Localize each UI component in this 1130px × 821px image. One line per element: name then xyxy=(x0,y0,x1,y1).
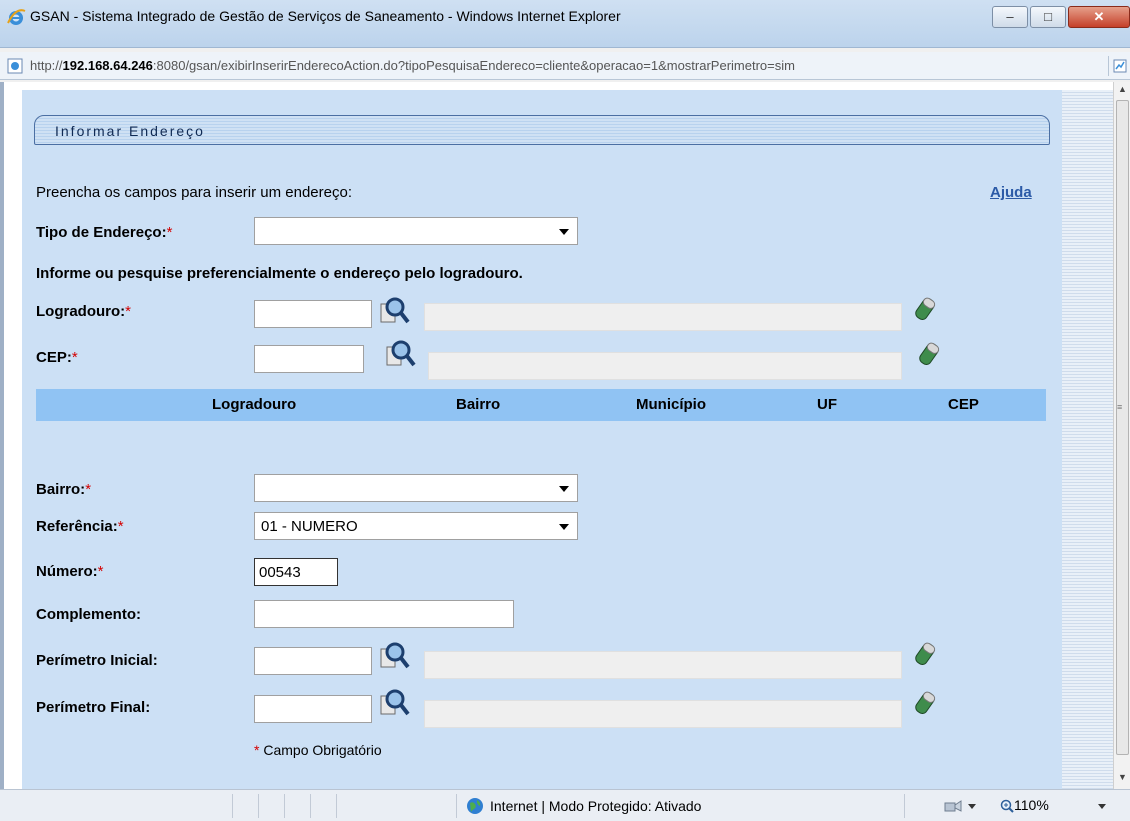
search-icon[interactable] xyxy=(384,339,416,369)
url-prefix: http:// xyxy=(30,58,63,73)
column-municipio: Município xyxy=(636,396,706,413)
scroll-grip-icon: ≡ xyxy=(1117,402,1123,412)
search-icon[interactable] xyxy=(378,688,410,718)
form-header: Informar Endereço xyxy=(34,115,1050,145)
status-divider xyxy=(336,794,337,818)
side-decoration xyxy=(1062,90,1113,789)
tipo-endereco-select[interactable] xyxy=(254,217,578,245)
ie-logo-icon xyxy=(7,9,26,25)
chevron-down-icon[interactable] xyxy=(968,804,976,809)
chevron-down-icon xyxy=(559,229,569,235)
column-bairro: Bairro xyxy=(456,396,501,413)
window-title: GSAN - Sistema Integrado de Gestão de Se… xyxy=(30,8,621,24)
status-divider xyxy=(456,794,457,818)
required-mark: * xyxy=(166,224,173,241)
logradouro-description xyxy=(424,303,902,331)
zoom-icon[interactable] xyxy=(1000,799,1014,813)
page-icon xyxy=(7,58,23,74)
column-logradouro: Logradouro xyxy=(212,396,297,413)
tipo-endereco-label: Tipo de Endereço:* xyxy=(36,224,172,241)
status-divider xyxy=(284,794,285,818)
status-divider xyxy=(310,794,311,818)
minimize-button[interactable]: – xyxy=(992,6,1028,28)
search-icon[interactable] xyxy=(378,641,410,671)
close-icon: ✕ xyxy=(1093,9,1105,24)
required-mark: * xyxy=(254,742,260,758)
cep-label: CEP:* xyxy=(36,349,78,366)
eraser-icon[interactable] xyxy=(914,690,936,716)
globe-icon xyxy=(467,798,483,814)
column-uf: UF xyxy=(817,396,837,413)
cep-label-text: CEP: xyxy=(36,349,72,366)
url-host: 192.168.64.246 xyxy=(62,58,153,73)
required-mark: * xyxy=(71,349,78,366)
vertical-scrollbar[interactable]: ▲ ≡ ▼ xyxy=(1113,82,1130,789)
chevron-down-icon xyxy=(559,486,569,492)
window-titlebar: GSAN - Sistema Integrado de Gestão de Se… xyxy=(0,0,1130,48)
bairro-label-text: Bairro: xyxy=(36,481,86,498)
close-button[interactable]: ✕ xyxy=(1068,6,1130,28)
required-mark: * xyxy=(117,518,124,535)
perimetro-inicial-description xyxy=(424,651,902,679)
address-hint: Informe ou pesquise preferencialmente o … xyxy=(36,265,523,282)
scroll-up-icon[interactable]: ▲ xyxy=(1118,84,1127,94)
rss-button[interactable] xyxy=(1108,56,1128,76)
column-cep: CEP xyxy=(948,396,979,413)
perimetro-final-description xyxy=(424,700,902,728)
zoom-level[interactable]: 110% xyxy=(1014,797,1049,813)
required-note-text: Campo Obrigatório xyxy=(263,742,382,758)
perimetro-final-input[interactable] xyxy=(254,695,372,723)
status-bar: Internet | Modo Protegido: Ativado 110% xyxy=(0,789,1130,821)
status-divider xyxy=(904,794,905,818)
required-mark: * xyxy=(97,563,104,580)
help-link[interactable]: Ajuda xyxy=(990,184,1032,201)
status-divider xyxy=(258,794,259,818)
referencia-label-text: Referência: xyxy=(36,518,118,535)
address-bar[interactable]: http://192.168.64.246:8080/gsan/exibirIn… xyxy=(0,52,1130,80)
url-rest: :8080/gsan/exibirInserirEnderecoAction.d… xyxy=(152,58,795,73)
numero-label-text: Número: xyxy=(36,563,98,580)
eraser-icon[interactable] xyxy=(918,341,940,367)
cep-table-header: Logradouro Bairro Município UF CEP xyxy=(36,389,1046,421)
form-title: Informar Endereço xyxy=(55,123,205,139)
maximize-button[interactable]: □ xyxy=(1030,6,1066,28)
referencia-select[interactable]: 01 - NUMERO xyxy=(254,512,578,540)
referencia-value: 01 - NUMERO xyxy=(261,518,358,535)
tipo-endereco-label-text: Tipo de Endereço: xyxy=(36,224,167,241)
required-mark: * xyxy=(85,481,92,498)
security-zone[interactable]: Internet | Modo Protegido: Ativado xyxy=(490,798,701,814)
logradouro-label: Logradouro:* xyxy=(36,303,131,320)
perimetro-inicial-input[interactable] xyxy=(254,647,372,675)
eraser-icon[interactable] xyxy=(914,641,936,667)
search-icon[interactable] xyxy=(378,296,410,326)
complemento-input[interactable] xyxy=(254,600,514,628)
perimetro-final-label: Perímetro Final: xyxy=(36,699,151,716)
eraser-icon[interactable] xyxy=(914,296,936,322)
bairro-select[interactable] xyxy=(254,474,578,502)
maximize-icon: □ xyxy=(1044,9,1052,24)
scroll-down-icon[interactable]: ▼ xyxy=(1118,772,1127,782)
rss-icon xyxy=(1113,59,1127,73)
logradouro-label-text: Logradouro: xyxy=(36,303,126,320)
bairro-label: Bairro:* xyxy=(36,481,91,498)
status-divider xyxy=(232,794,233,818)
required-mark: * xyxy=(125,303,131,320)
logradouro-input[interactable] xyxy=(254,300,372,328)
cep-description xyxy=(428,352,902,380)
numero-label: Número:* xyxy=(36,563,104,580)
chevron-down-icon xyxy=(559,524,569,530)
required-note: * Campo Obrigatório xyxy=(254,742,382,758)
chevron-down-icon[interactable] xyxy=(1098,804,1106,809)
cep-input[interactable] xyxy=(254,345,364,373)
minimize-icon: – xyxy=(1006,9,1014,24)
referencia-label: Referência:* xyxy=(36,518,124,535)
scroll-thumb[interactable] xyxy=(1116,100,1129,755)
protected-mode-icon[interactable] xyxy=(944,799,962,813)
perimetro-inicial-label: Perímetro Inicial: xyxy=(36,652,158,669)
numero-input[interactable] xyxy=(254,558,338,586)
address-url[interactable]: http://192.168.64.246:8080/gsan/exibirIn… xyxy=(30,58,795,73)
form-instruction: Preencha os campos para inserir um ender… xyxy=(36,184,352,201)
complemento-label: Complemento: xyxy=(36,606,141,623)
